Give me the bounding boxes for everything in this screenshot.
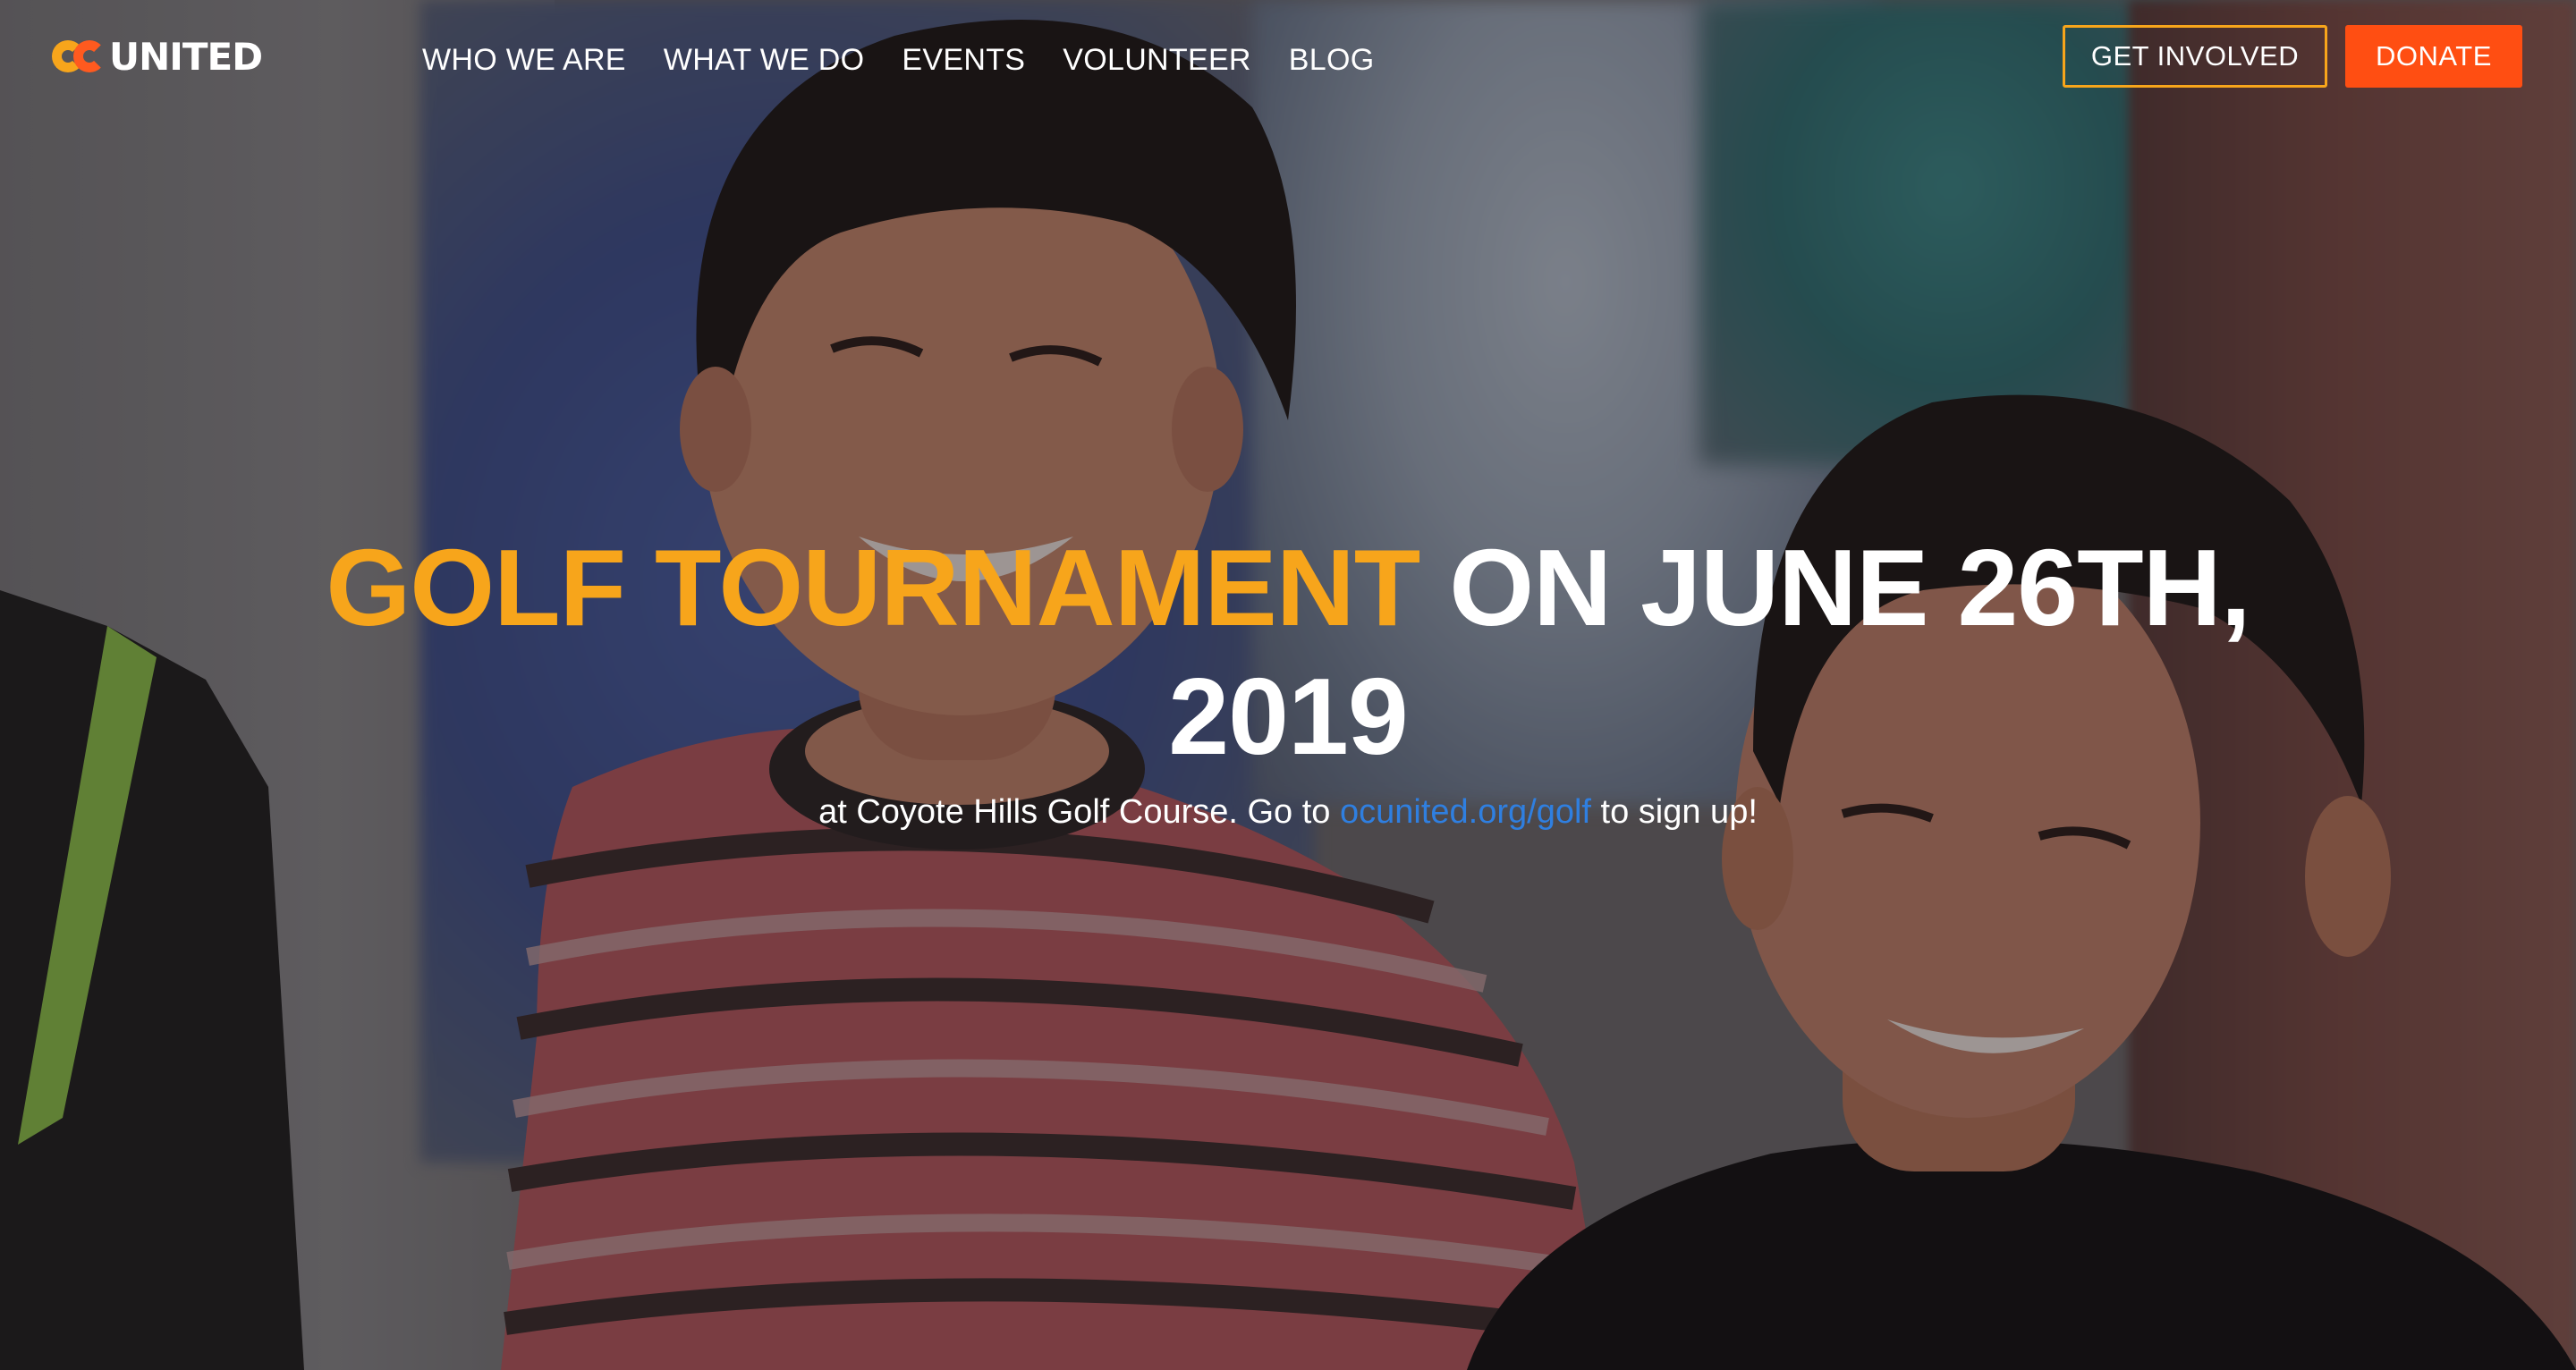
nav-item-volunteer[interactable]: VOLUNTEER xyxy=(1063,43,1251,78)
hero-section: GOLF TOURNAMENT ON JUNE 26TH, 2019 at Co… xyxy=(268,523,2308,832)
main-menu: WHO WE ARE WHAT WE DO EVENTS VOLUNTEER B… xyxy=(422,43,1411,78)
nav-item-what-we-do[interactable]: WHAT WE DO xyxy=(664,43,865,78)
page: UNITED WHO WE ARE WHAT WE DO EVENTS VOLU… xyxy=(0,0,2576,1370)
nav-item-who-we-are[interactable]: WHO WE ARE xyxy=(422,43,626,78)
golf-signup-link[interactable]: ocunited.org/golf xyxy=(1340,793,1591,831)
hero-subtitle: at Coyote Hills Golf Course. Go to ocuni… xyxy=(268,793,2308,832)
donate-button[interactable]: DONATE xyxy=(2345,25,2522,88)
get-involved-button[interactable]: GET INVOLVED xyxy=(2063,25,2327,88)
nav-item-blog[interactable]: BLOG xyxy=(1289,43,1375,78)
logo-text: UNITED xyxy=(109,34,263,79)
top-navigation: UNITED WHO WE ARE WHAT WE DO EVENTS VOLU… xyxy=(0,0,2576,116)
hero-title: GOLF TOURNAMENT ON JUNE 26TH, 2019 xyxy=(268,523,2308,781)
hero-subtitle-before: at Coyote Hills Golf Course. Go to xyxy=(818,793,1340,831)
hero-subtitle-after: to sign up! xyxy=(1590,793,1758,831)
oc-logo-mark-icon xyxy=(52,38,107,74)
hero-title-accent: GOLF TOURNAMENT xyxy=(326,527,1420,648)
nav-item-events[interactable]: EVENTS xyxy=(902,43,1025,78)
oc-united-logo[interactable]: UNITED xyxy=(52,34,263,79)
